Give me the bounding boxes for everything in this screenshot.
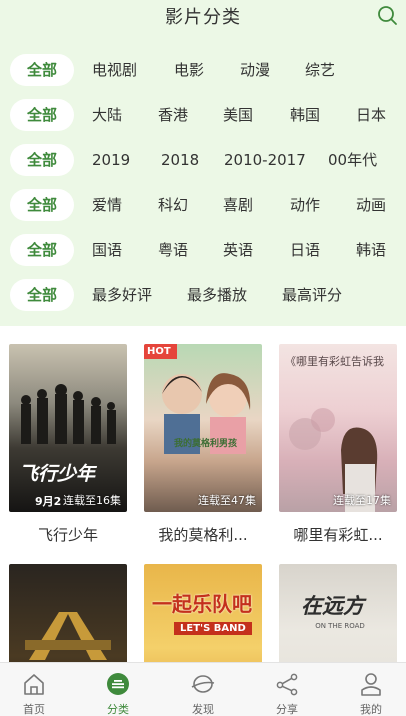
filter-option[interactable]: 2018: [161, 144, 199, 176]
filter-option[interactable]: 最高评分: [282, 279, 342, 311]
movie-title[interactable]: 哪里有彩虹...: [279, 524, 397, 545]
discover-icon: [191, 675, 215, 693]
filter-option[interactable]: 英语: [223, 234, 253, 266]
search-icon[interactable]: [376, 4, 398, 26]
tab-category[interactable]: 分类: [88, 663, 148, 716]
poster-title: 一起乐队吧: [152, 592, 252, 616]
tab-label: 分享: [276, 703, 298, 716]
filter-all-chip[interactable]: 全部: [10, 144, 74, 176]
filter-option[interactable]: 电视剧: [92, 54, 137, 86]
movie-poster[interactable]: 一起乐队吧 LET'S BAND: [144, 564, 262, 662]
filter-option[interactable]: 动画: [356, 189, 386, 221]
filter-option[interactable]: 日本: [356, 99, 386, 131]
poster-title: 在远方: [301, 594, 364, 618]
filter-option[interactable]: 美国: [223, 99, 253, 131]
filter-row-year: 全部 2019 2018 2010-2017 00年代: [0, 144, 406, 176]
page-title: 影片分类: [165, 7, 241, 28]
filter-option[interactable]: 国语: [92, 234, 122, 266]
movie-poster[interactable]: 《哪里有彩虹告诉我 连载至17集: [279, 344, 397, 512]
filter-row-genre: 全部 爱情 科幻 喜剧 动作 动画: [0, 189, 406, 221]
filter-option[interactable]: 动作: [290, 189, 320, 221]
filter-all-chip[interactable]: 全部: [10, 279, 74, 311]
movie-grid: 飞行少年 9月2 连载至16集 飞行少年 HOT 我的莫格利男孩 连载至47集 …: [0, 326, 406, 662]
tab-discover[interactable]: 发现: [173, 663, 233, 716]
filter-option[interactable]: 电影: [174, 54, 204, 86]
poster-subtitle: LET'S BAND: [174, 622, 252, 635]
filter-option[interactable]: 00年代: [328, 144, 377, 176]
movie-card[interactable]: 在远方 ON THE ROAD: [279, 564, 397, 662]
filter-option[interactable]: 最多好评: [92, 279, 152, 311]
movie-title[interactable]: 飞行少年: [9, 524, 127, 545]
movie-poster[interactable]: [9, 564, 127, 662]
filter-all-chip[interactable]: 全部: [10, 54, 74, 86]
episode-badge: 连载至47集: [198, 494, 256, 507]
filter-panel: 影片分类 全部 电视剧 电影 动漫 综艺 全部 大陆 香港 美国 韩国 日本 全…: [0, 0, 406, 326]
tab-label: 首页: [23, 703, 45, 716]
filter-option[interactable]: 日语: [290, 234, 320, 266]
movie-poster[interactable]: 在远方 ON THE ROAD: [279, 564, 397, 662]
filter-row-region: 全部 大陆 香港 美国 韩国 日本: [0, 99, 406, 131]
tab-label: 发现: [192, 703, 214, 716]
filter-option[interactable]: 2010-2017: [224, 144, 306, 176]
poster-figures-image: [21, 384, 116, 444]
tab-label: 分类: [107, 703, 129, 716]
movie-card[interactable]: [9, 564, 127, 662]
tab-label: 我的: [360, 703, 382, 716]
filter-all-chip[interactable]: 全部: [10, 234, 74, 266]
movie-title[interactable]: 我的莫格利...: [144, 524, 262, 545]
filter-option[interactable]: 最多播放: [187, 279, 247, 311]
filter-option[interactable]: 韩语: [356, 234, 386, 266]
category-icon: [107, 673, 129, 695]
episode-badge: 连载至16集: [63, 494, 121, 507]
poster-title: 我的莫格利男孩: [174, 439, 238, 449]
tab-home[interactable]: 首页: [4, 663, 64, 716]
filter-option[interactable]: 大陆: [92, 99, 122, 131]
filter-all-chip[interactable]: 全部: [10, 99, 74, 131]
filter-option[interactable]: 韩国: [290, 99, 320, 131]
tab-bar: 首页 分类 发现 分享 我的: [0, 662, 406, 716]
tab-share[interactable]: 分享: [257, 663, 317, 716]
header: 影片分类: [0, 0, 406, 40]
filter-option[interactable]: 香港: [158, 99, 188, 131]
profile-icon: [361, 673, 381, 696]
poster-title: 《哪里有彩虹告诉我: [285, 355, 384, 368]
movie-card[interactable]: 《哪里有彩虹告诉我 连载至17集 哪里有彩虹...: [279, 344, 397, 545]
poster-subtitle: ON THE ROAD: [315, 622, 365, 630]
movie-poster[interactable]: HOT 我的莫格利男孩 连载至47集: [144, 344, 262, 512]
filter-option[interactable]: 爱情: [92, 189, 122, 221]
poster-logo-image: [25, 612, 111, 660]
episode-badge: 连载至17集: [333, 494, 391, 507]
movie-card[interactable]: 一起乐队吧 LET'S BAND: [144, 564, 262, 662]
filter-option[interactable]: 综艺: [305, 54, 335, 86]
poster-date: 9月2: [35, 495, 62, 508]
filter-row-sort: 全部 最多好评 最多播放 最高评分: [0, 279, 406, 311]
filter-option[interactable]: 喜剧: [223, 189, 253, 221]
movie-poster[interactable]: 飞行少年 9月2 连载至16集: [9, 344, 127, 512]
filter-option[interactable]: 粤语: [158, 234, 188, 266]
tab-profile[interactable]: 我的: [341, 663, 401, 716]
movie-card[interactable]: 飞行少年 9月2 连载至16集 飞行少年: [9, 344, 127, 545]
filter-row-language: 全部 国语 粤语 英语 日语 韩语: [0, 234, 406, 266]
poster-title: 飞行少年: [19, 463, 96, 485]
filter-all-chip[interactable]: 全部: [10, 189, 74, 221]
filter-option[interactable]: 2019: [92, 144, 130, 176]
share-icon: [276, 673, 298, 696]
filter-option[interactable]: 科幻: [158, 189, 188, 221]
filter-row-type: 全部 电视剧 电影 动漫 综艺: [0, 54, 406, 86]
movie-card[interactable]: HOT 我的莫格利男孩 连载至47集 我的莫格利...: [144, 344, 262, 545]
home-icon: [24, 674, 44, 695]
filter-option[interactable]: 动漫: [240, 54, 270, 86]
